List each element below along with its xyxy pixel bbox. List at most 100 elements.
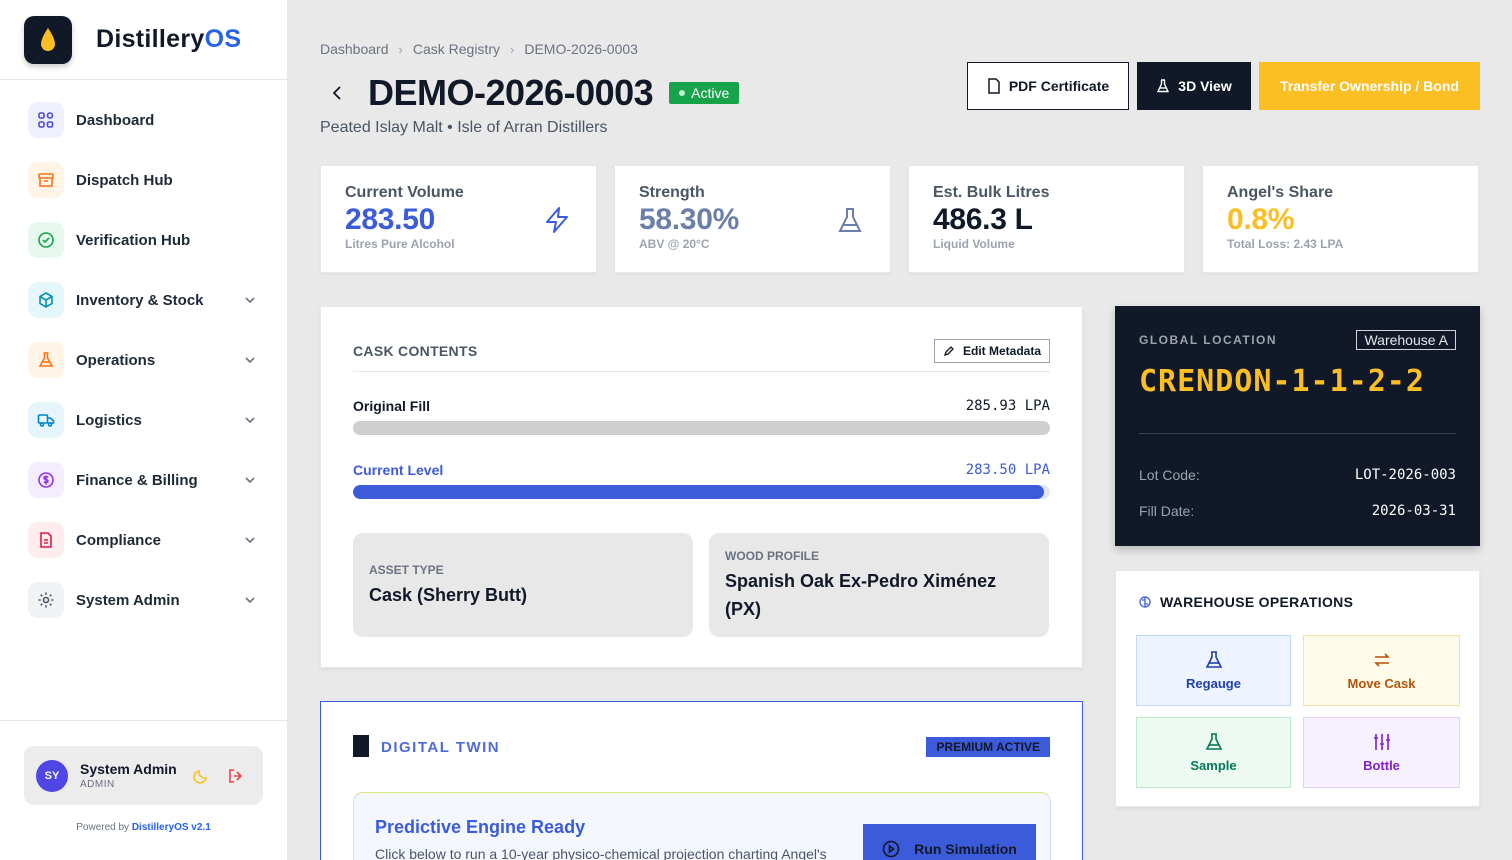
current-level-bar: [353, 485, 1050, 499]
truck-icon: [28, 402, 64, 438]
stat-strength: Strength 58.30% ABV @ 20°C: [614, 165, 891, 273]
breadcrumb-cask-registry[interactable]: Cask Registry: [413, 41, 500, 57]
page-title: DEMO-2026-0003: [368, 72, 654, 113]
sidebar-item-finance[interactable]: Finance & Billing: [0, 450, 287, 510]
sidebar-item-label: Dashboard: [76, 111, 155, 129]
document-icon: [28, 522, 64, 558]
brain-icon: [1139, 596, 1151, 608]
breadcrumb-dashboard[interactable]: Dashboard: [320, 41, 389, 57]
status-dot-icon: [679, 90, 686, 96]
move-cask-button[interactable]: Move Cask: [1303, 635, 1460, 706]
avatar: SY: [36, 759, 68, 792]
file-icon: [988, 78, 1000, 94]
divider: [353, 371, 1050, 372]
global-location-card: GLOBAL LOCATION Warehouse A CRENDON-1-1-…: [1115, 306, 1480, 546]
original-fill-row: Original Fill 285.93 LPA: [353, 398, 1050, 414]
chevron-down-icon[interactable]: [243, 353, 257, 367]
check-circle-icon: [28, 222, 64, 258]
premium-badge: PREMIUM ACTIVE: [926, 737, 1050, 757]
current-level-row: Current Level 283.50 LPA: [353, 462, 1050, 478]
sidebar-item-dashboard[interactable]: Dashboard: [0, 90, 287, 150]
sidebar-item-label: Inventory & Stock: [76, 291, 204, 309]
ops-grid: Regauge Move Cask Sample Bottle: [1136, 635, 1460, 788]
flask-icon: [1157, 79, 1170, 93]
stat-angels-share: Angel's Share 0.8% Total Loss: 2.43 LPA: [1202, 165, 1479, 273]
sidebar-item-operations[interactable]: Operations: [0, 330, 287, 390]
pencil-icon: [943, 346, 954, 357]
warehouse-operations-card: WAREHOUSE OPERATIONS Regauge Move Cask S…: [1115, 570, 1480, 807]
location-code: CRENDON-1-1-2-2: [1139, 364, 1425, 399]
back-button[interactable]: [326, 82, 348, 104]
sidebar-item-label: Verification Hub: [76, 231, 191, 249]
sidebar-item-verification-hub[interactable]: Verification Hub: [0, 210, 287, 270]
digital-twin-title: DIGITAL TWIN: [381, 739, 501, 756]
flask-icon: [28, 342, 64, 378]
swap-arrows-icon: [1373, 653, 1390, 667]
digital-twin-card: DIGITAL TWIN PREMIUM ACTIVE Predictive E…: [320, 701, 1083, 860]
moon-icon[interactable]: [193, 768, 209, 784]
sidebar-footer: SY System Admin ADMIN Powered by Distill…: [0, 720, 287, 860]
location-label: GLOBAL LOCATION: [1139, 333, 1278, 347]
sidebar: DistilleryOS Dashboard Dispatch Hub Veri…: [0, 0, 288, 860]
sidebar-item-label: Operations: [76, 351, 156, 369]
regauge-button[interactable]: Regauge: [1136, 635, 1291, 706]
powered-by: Powered by DistilleryOS v2.1: [76, 822, 211, 833]
user-name: System Admin: [80, 761, 177, 777]
bottle-button[interactable]: Bottle: [1303, 717, 1460, 788]
logout-icon[interactable]: [227, 767, 245, 785]
chevron-down-icon[interactable]: [243, 473, 257, 487]
original-fill-bar: [353, 421, 1050, 435]
play-circle-icon: [882, 840, 900, 858]
stat-current-volume: Current Volume 283.50 Litres Pure Alcoho…: [320, 165, 597, 273]
section-title: CASK CONTENTS: [353, 343, 478, 359]
3d-view-button[interactable]: 3D View: [1137, 62, 1251, 110]
flask-icon: [1205, 733, 1222, 750]
chevron-down-icon[interactable]: [243, 293, 257, 307]
wood-profile-box: WOOD PROFILE Spanish Oak Ex-Pedro Ximéne…: [709, 533, 1049, 637]
predictive-engine-box: Predictive Engine Ready Click below to r…: [353, 792, 1051, 860]
chevron-down-icon[interactable]: [243, 533, 257, 547]
transfer-ownership-button[interactable]: Transfer Ownership / Bond: [1259, 62, 1480, 110]
sliders-icon: [1373, 734, 1390, 750]
fill-date-row: Fill Date: 2026-03-31: [1139, 503, 1456, 519]
user-role: ADMIN: [80, 779, 115, 790]
drop-icon: [24, 15, 72, 64]
dollar-icon: [28, 462, 64, 498]
title-row: DEMO-2026-0003 Active: [326, 72, 740, 114]
status-badge: Active: [669, 82, 740, 104]
page-subtitle: Peated Islay Malt • Isle of Arran Distil…: [320, 119, 608, 136]
ops-header: WAREHOUSE OPERATIONS: [1138, 594, 1353, 610]
app-name: DistilleryOS: [96, 25, 242, 53]
sidebar-item-label: Finance & Billing: [76, 471, 198, 489]
brand[interactable]: DistilleryOS: [0, 0, 287, 80]
engine-title: Predictive Engine Ready: [375, 817, 586, 837]
sidebar-item-logistics[interactable]: Logistics: [0, 390, 287, 450]
cask-contents-card: CASK CONTENTS Edit Metadata Original Fil…: [320, 306, 1083, 668]
run-simulation-button[interactable]: Run Simulation: [863, 824, 1036, 860]
edit-metadata-button[interactable]: Edit Metadata: [933, 339, 1050, 363]
sidebar-nav: Dashboard Dispatch Hub Verification Hub …: [0, 80, 287, 630]
divider: [1139, 433, 1456, 434]
pdf-certificate-button[interactable]: PDF Certificate: [967, 62, 1129, 110]
chevron-down-icon[interactable]: [243, 413, 257, 427]
sidebar-item-label: Dispatch Hub: [76, 171, 173, 189]
sidebar-item-label: Compliance: [76, 531, 162, 549]
flask-icon: [838, 208, 862, 232]
sidebar-item-compliance[interactable]: Compliance: [0, 510, 287, 570]
dashboard-icon: [28, 102, 64, 138]
sidebar-item-inventory[interactable]: Inventory & Stock: [0, 270, 287, 330]
flask-icon: [1205, 651, 1222, 668]
user-card[interactable]: SY System Admin ADMIN: [24, 746, 263, 805]
lot-code-row: Lot Code: LOT-2026-003: [1139, 467, 1456, 483]
box-icon: [28, 282, 64, 318]
archive-icon: [28, 162, 64, 198]
sidebar-item-system-admin[interactable]: System Admin: [0, 570, 287, 630]
cask-thumbnail-icon: [353, 735, 369, 757]
sample-button[interactable]: Sample: [1136, 717, 1291, 788]
engine-description: Click below to run a 10-year physico-che…: [375, 846, 827, 860]
sidebar-item-dispatch-hub[interactable]: Dispatch Hub: [0, 150, 287, 210]
chevron-left-icon: [332, 86, 341, 100]
stat-bulk-litres: Est. Bulk Litres 486.3 L Liquid Volume: [908, 165, 1185, 273]
lightning-icon: [546, 207, 568, 233]
chevron-down-icon[interactable]: [243, 593, 257, 607]
